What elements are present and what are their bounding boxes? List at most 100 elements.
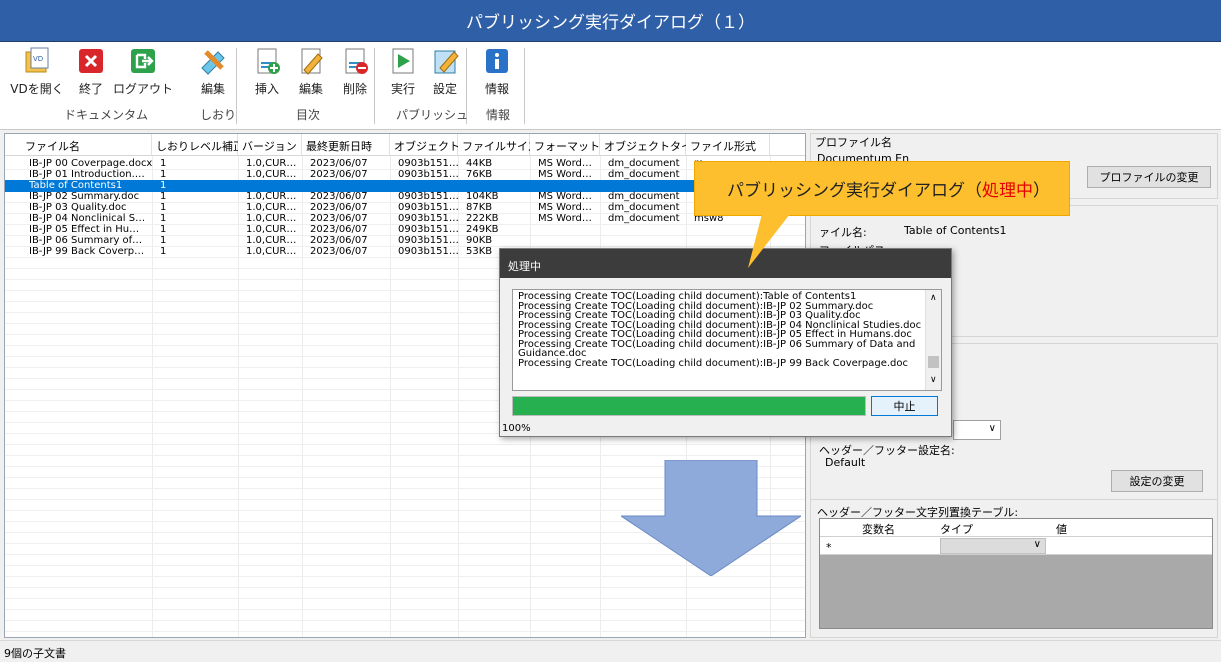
col-header-object-type[interactable]: オブジェクトタイプ: [600, 134, 703, 156]
group-label-documentum: ドキュメンタム: [64, 108, 149, 122]
col-header-modified[interactable]: 最終更新日時: [302, 134, 390, 156]
status-bar: 9個の子文書: [0, 640, 1221, 662]
window-title: パブリッシング実行ダイアログ（１）: [0, 0, 1221, 42]
info-button[interactable]: 情報: [474, 44, 520, 96]
header-footer-select[interactable]: ∨: [953, 420, 1001, 440]
doc-add-icon: [252, 46, 282, 76]
abort-button[interactable]: 中止: [871, 396, 938, 416]
table-cell: IB-JP 05 Effect in Hu…: [29, 224, 140, 235]
group-label-publish: パブリッシュ: [396, 108, 469, 122]
log-line: Processing Create TOC(Loading child docu…: [518, 357, 909, 369]
play-icon: [388, 46, 418, 76]
table-cell: 2023/06/07: [310, 213, 368, 224]
toc-delete-button[interactable]: 削除: [332, 44, 378, 96]
table-cell: MS Word…: [538, 169, 592, 180]
col-header-version[interactable]: バージョン: [238, 134, 302, 156]
table-cell: 0903b151…: [398, 224, 459, 235]
table-cell: 0903b151…: [398, 246, 459, 257]
scroll-down-icon[interactable]: ∨: [930, 375, 937, 386]
new-row-marker: *: [826, 541, 832, 554]
logout-button[interactable]: ログアウト: [113, 44, 173, 96]
change-profile-button[interactable]: プロファイルの変更: [1087, 166, 1211, 188]
col-header-object-id[interactable]: オブジェクトID: [390, 134, 472, 156]
table-cell: dm_document: [608, 169, 680, 180]
table-cell: 2023/06/07: [310, 235, 368, 246]
file-name-label: ァイル名:: [819, 226, 867, 239]
table-cell: 0903b151…: [398, 213, 459, 224]
table-cell: 1.0,CUR…: [246, 235, 297, 246]
open-vd-button[interactable]: VD VDを開く: [10, 44, 64, 96]
processing-dialog: 処理中 Processing Create TOC(Loading child …: [499, 248, 952, 437]
table-cell: 1.0,CUR…: [246, 213, 297, 224]
replace-header-type: タイプ: [940, 523, 973, 536]
table-cell: IB-JP 03 Quality.doc: [29, 202, 127, 213]
bookmark-edit-button[interactable]: 編集: [190, 44, 236, 96]
col-header-file-type[interactable]: ファイル形式: [686, 134, 770, 156]
table-cell: 76KB: [466, 169, 493, 180]
callout-pointer: [748, 214, 790, 268]
table-cell: MS Word…: [538, 158, 592, 169]
table-cell: 1.0,CUR…: [246, 158, 297, 169]
svg-text:VD: VD: [33, 55, 43, 63]
replace-header-value: 値: [1056, 523, 1067, 536]
close-x-icon: [76, 46, 106, 76]
table-cell: dm_document: [608, 191, 680, 202]
header-footer-name-value: Default: [825, 456, 866, 469]
table-cell: 1.0,CUR…: [246, 202, 297, 213]
table-cell: 2023/06/07: [310, 158, 368, 169]
scroll-thumb[interactable]: [928, 356, 939, 368]
doc-delete-icon: [340, 46, 370, 76]
table-cell: 0903b151…: [398, 235, 459, 246]
table-cell: IB-JP 06 Summary of…: [29, 235, 143, 246]
col-header-format[interactable]: フォーマット: [530, 134, 600, 156]
progress-text: 100%: [502, 423, 531, 434]
replace-table[interactable]: 変数名 タイプ 値 * ∨: [819, 518, 1213, 629]
table-cell: Table of Contents1: [29, 180, 123, 191]
child-doc-count: 9個の子文書: [4, 647, 66, 660]
table-cell: 222KB: [466, 213, 499, 224]
run-button[interactable]: 実行: [380, 44, 426, 96]
table-cell: 0903b151…: [398, 158, 459, 169]
table-cell: dm_document: [608, 158, 680, 169]
group-label-toc: 目次: [296, 108, 321, 122]
chevron-down-icon: ∨: [1033, 539, 1041, 550]
doc-edit-icon: [296, 46, 326, 76]
processing-log[interactable]: Processing Create TOC(Loading child docu…: [512, 289, 942, 391]
exit-button[interactable]: 終了: [68, 44, 114, 96]
table-cell: MS Word…: [538, 213, 592, 224]
table-cell: 1: [160, 213, 167, 224]
table-cell: IB-JP 99 Back Coverp…: [29, 246, 145, 257]
pencil-ruler-icon: [198, 46, 228, 76]
table-cell: 0903b151…: [398, 202, 459, 213]
table-cell: 249KB: [466, 224, 499, 235]
table-cell: 2023/06/07: [310, 191, 368, 202]
down-arrow-icon: [621, 460, 801, 576]
table-cell: 1: [160, 246, 167, 257]
vd-document-icon: VD: [22, 46, 52, 76]
table-cell: IB-JP 02 Summary.doc: [29, 191, 140, 202]
table-cell: 104KB: [466, 191, 499, 202]
profile-label: プロファイル名: [815, 136, 892, 149]
toc-edit-button[interactable]: 編集: [288, 44, 334, 96]
table-cell: 0903b151…: [398, 169, 459, 180]
table-cell: 1.0,CUR…: [246, 169, 297, 180]
table-cell: dm_document: [608, 213, 680, 224]
ribbon-toolbar: VD VDを開く 終了 ログアウト 編集 挿入 編集 削除 実行 設定 情報 ド…: [0, 42, 1221, 130]
group-label-bookmark: しおり: [200, 108, 237, 122]
col-header-bookmark-level[interactable]: しおりレベル補正: [152, 134, 244, 156]
table-cell: 1: [160, 235, 167, 246]
toc-insert-button[interactable]: 挿入: [244, 44, 290, 96]
table-cell: 1.0,CUR…: [246, 191, 297, 202]
col-header-filename[interactable]: ファイル名: [5, 134, 152, 156]
type-dropdown[interactable]: ∨: [940, 538, 1046, 554]
progress-bar: [512, 396, 866, 416]
publish-settings-button[interactable]: 設定: [422, 44, 468, 96]
log-scrollbar[interactable]: ∧ ∨: [925, 290, 941, 390]
scroll-up-icon[interactable]: ∧: [930, 293, 937, 304]
table-cell: 2023/06/07: [310, 169, 368, 180]
change-settings-button[interactable]: 設定の変更: [1111, 470, 1203, 492]
table-cell: dm_document: [608, 202, 680, 213]
col-header-file-size[interactable]: ファイルサイズ: [458, 134, 539, 156]
table-cell: 1.0,CUR…: [246, 224, 297, 235]
table-cell: IB-JP 01 Introduction.…: [29, 169, 145, 180]
